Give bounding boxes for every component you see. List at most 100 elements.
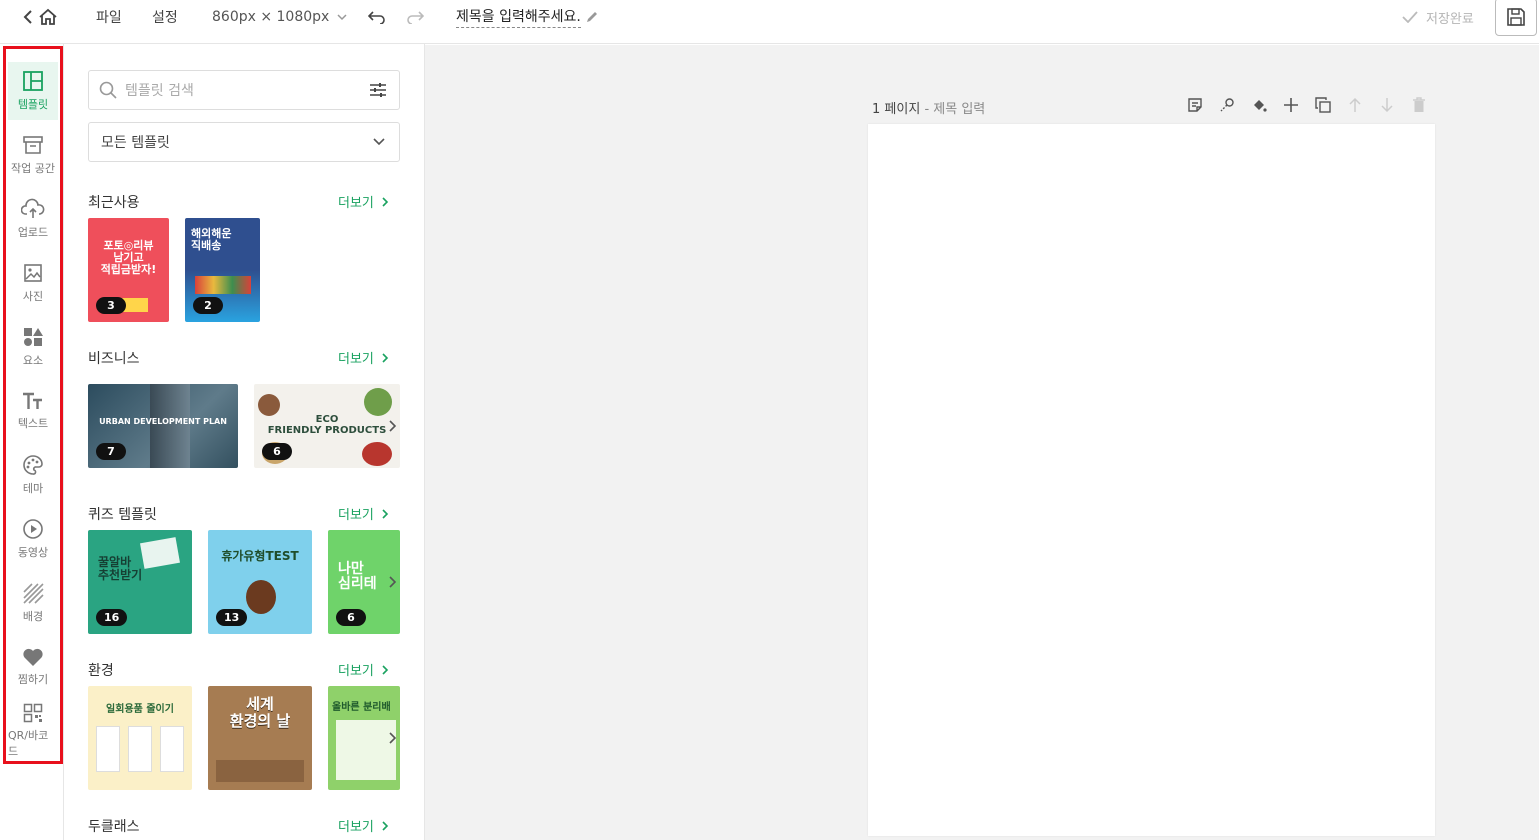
chevron-down-icon — [337, 14, 347, 21]
more-link-dooclass[interactable]: 더보기 — [338, 816, 389, 835]
undo-icon — [368, 11, 385, 24]
page-memo-button[interactable] — [1186, 96, 1204, 114]
sidebar-item-theme[interactable]: 테마 — [8, 446, 58, 504]
sidebar-item-label: 동영상 — [17, 546, 49, 559]
sidebar-item-label: 사진 — [22, 290, 44, 303]
menu-file[interactable]: 파일 — [96, 0, 122, 34]
template-thumb[interactable]: 세계 환경의 날 — [208, 686, 312, 790]
sidebar-item-label: 요소 — [22, 354, 44, 367]
cloud-upload-icon — [21, 198, 45, 218]
menu-settings[interactable]: 설정 — [152, 0, 178, 34]
plus-icon — [1284, 98, 1298, 112]
undo-button[interactable] — [368, 0, 386, 34]
page-duplicate-button[interactable] — [1314, 96, 1332, 114]
sidebar-item-elements[interactable]: 요소 — [8, 318, 58, 376]
carousel-next-business[interactable] — [386, 416, 400, 436]
more-label: 더보기 — [338, 352, 374, 367]
sidebar-item-qr-barcode[interactable]: QR/바코드 — [8, 702, 58, 760]
paint-bucket-icon — [1254, 100, 1267, 112]
design-page[interactable] — [868, 124, 1435, 836]
chevron-down-icon — [373, 138, 385, 146]
page-count-badge: 16 — [96, 609, 128, 626]
template-thumb[interactable]: 포토◎리뷰 남기고 적립금받자! 3 — [88, 218, 169, 322]
more-link-environment[interactable]: 더보기 — [338, 660, 389, 679]
arrow-up-icon — [1349, 97, 1361, 112]
search-input[interactable]: 템플릿 검색 — [125, 80, 194, 100]
sidebar-item-workspace[interactable]: 작업 공간 — [8, 126, 58, 184]
category-select[interactable]: 모든 템플릿 — [88, 122, 400, 162]
save-status: 저장완료 — [1402, 0, 1474, 34]
sidebar-item-label: 텍스트 — [17, 417, 49, 430]
page-title-input[interactable]: - 제목 입력 — [924, 102, 985, 117]
template-thumb[interactable]: 휴가유형TEST 13 — [208, 530, 312, 634]
page-count-badge: 2 — [193, 297, 223, 314]
archive-icon — [23, 136, 43, 154]
filter-sliders-icon[interactable] — [369, 82, 387, 98]
page-add-button[interactable] — [1282, 96, 1300, 114]
page-eyedropper-button[interactable] — [1218, 96, 1236, 114]
sidebar-item-text[interactable]: 텍스트 — [8, 382, 58, 440]
save-button[interactable] — [1495, 0, 1537, 36]
template-panel: 템플릿 검색 모든 템플릿 최근사용 더보기 포토◎리뷰 남기고 적립금받자! … — [64, 44, 425, 840]
carousel-next-environment[interactable] — [386, 728, 400, 748]
page-move-up-button[interactable] — [1346, 96, 1364, 114]
section-title-environment: 환경 — [88, 663, 114, 679]
title-input[interactable]: 제목을 입력해주세요. — [456, 6, 581, 28]
pencil-icon — [586, 12, 597, 22]
page-delete-button[interactable] — [1410, 96, 1428, 114]
template-thumb[interactable]: 꿀알바 추천받기 16 — [88, 530, 192, 634]
qr-icon — [23, 703, 43, 723]
text-icon — [23, 392, 42, 409]
sidebar-item-upload[interactable]: 업로드 — [8, 190, 58, 248]
redo-button[interactable] — [406, 0, 424, 34]
thumb-text: 포토◎리뷰 남기고 적립금받자! — [100, 239, 157, 277]
back-button[interactable] — [22, 0, 34, 34]
more-link-business[interactable]: 더보기 — [338, 348, 389, 367]
page-count-badge: 3 — [96, 297, 126, 314]
sidebar-item-template[interactable]: 템플릿 — [8, 62, 58, 120]
chevron-right-icon — [382, 820, 389, 831]
section-title-business: 비즈니스 — [88, 351, 140, 367]
template-thumb[interactable]: URBAN DEVELOPMENT PLAN 7 — [88, 384, 238, 468]
template-thumb[interactable]: 해외해운 직배송 2 — [185, 218, 260, 322]
sidebar-item-background[interactable]: 배경 — [8, 574, 58, 632]
sidebar-item-favorites[interactable]: 찜하기 — [8, 638, 58, 696]
title-field[interactable]: 제목을 입력해주세요. — [456, 0, 599, 34]
sidebar-item-label: 배경 — [22, 610, 44, 623]
more-link-quiz[interactable]: 더보기 — [338, 504, 389, 523]
more-link-recent[interactable]: 더보기 — [338, 192, 389, 211]
template-search[interactable]: 템플릿 검색 — [88, 70, 400, 110]
chevron-left-icon — [23, 10, 32, 24]
top-bar: 파일 설정 860px × 1080px 제목을 입력해주세요. 저장완료 — [0, 0, 1539, 44]
sidebar-item-label: 테마 — [22, 482, 44, 495]
play-icon — [23, 519, 43, 539]
sidebar-item-label: 찜하기 — [17, 673, 49, 686]
sidebar-item-video[interactable]: 동영상 — [8, 510, 58, 568]
search-icon — [99, 81, 117, 99]
sidebar-item-label: 작업 공간 — [11, 162, 55, 175]
page-move-down-button[interactable] — [1378, 96, 1396, 114]
thumb-text: 세계 환경의 날 — [229, 695, 291, 730]
section-title-recent: 최근사용 — [88, 195, 140, 211]
chevron-right-icon — [382, 508, 389, 519]
layout-icon — [23, 71, 43, 91]
sidebar-item-label: 템플릿 — [17, 98, 49, 111]
chevron-right-icon — [389, 576, 397, 588]
heart-icon — [23, 648, 43, 666]
size-dropdown[interactable]: 860px × 1080px — [212, 0, 347, 34]
shapes-icon — [24, 328, 43, 346]
page-fill-button[interactable] — [1250, 96, 1268, 114]
redo-icon — [407, 11, 424, 24]
thumb-text: URBAN DEVELOPMENT PLAN — [99, 417, 227, 426]
eyedropper-icon — [1220, 98, 1234, 112]
home-button[interactable] — [38, 0, 58, 34]
more-label: 더보기 — [338, 664, 374, 679]
chevron-right-icon — [389, 732, 397, 744]
page-number: 1 페이지 — [872, 102, 921, 117]
template-thumb[interactable]: ECO FRIENDLY PRODUCTS 6 — [254, 384, 400, 468]
sidebar-item-photo[interactable]: 사진 — [8, 254, 58, 312]
floppy-disk-icon — [1507, 8, 1525, 26]
template-thumb[interactable]: 일회용품 줄이기 — [88, 686, 192, 790]
carousel-next-quiz[interactable] — [386, 572, 400, 592]
chevron-right-icon — [382, 352, 389, 363]
